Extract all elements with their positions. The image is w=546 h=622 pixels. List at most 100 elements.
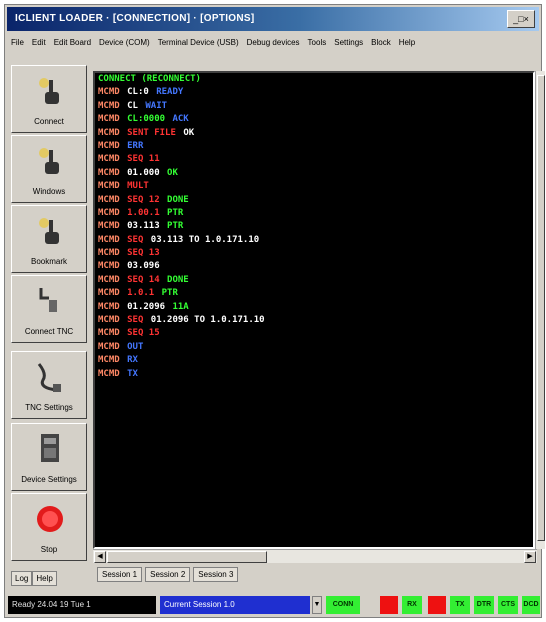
menu-item[interactable]: Help xyxy=(395,35,419,50)
terminal-line: MCMD 01.000 OK xyxy=(95,167,533,180)
terminal-text: MCMD xyxy=(98,368,120,379)
terminal-text: MCMD xyxy=(98,140,120,151)
terminal-text: 1.00.1 xyxy=(127,207,160,218)
session-tabs: Session 1 Session 2 Session 3 xyxy=(97,567,241,583)
terminal-text: SEQ xyxy=(127,315,144,326)
horizontal-scroll-thumb[interactable] xyxy=(107,551,267,563)
terminal-text: WAIT xyxy=(145,100,168,111)
terminal-text: MCMD xyxy=(98,127,120,138)
status-text: Ready 24.04 19 Tue 1 xyxy=(8,596,156,614)
terminal-text: PTR xyxy=(167,207,184,218)
session-tab[interactable]: Session 2 xyxy=(145,567,191,582)
terminal-line: MCMD 03.096 xyxy=(95,260,533,273)
terminal-text: CL:0000 xyxy=(127,114,166,125)
window-controls[interactable]: _□× xyxy=(507,10,535,28)
sidebar-button-connect[interactable]: Connect xyxy=(11,65,87,133)
sidebar-button-label: TNC Settings xyxy=(25,403,73,412)
sidebar-button-label: Bookmark xyxy=(30,257,67,266)
vertical-scrollbar[interactable] xyxy=(535,71,545,549)
session-tab[interactable]: Session 3 xyxy=(193,567,239,582)
sidebar-button-label: Connect xyxy=(34,117,64,126)
terminal-line: MCMD 01.2096 11A xyxy=(95,301,533,314)
terminal-output[interactable]: CONNECT (RECONNECT) MCMD CL:0 READY MCMD… xyxy=(93,71,535,549)
menu-bar: File Edit Edit Board Device (COM) Terminal D… xyxy=(7,35,539,53)
terminal-text: OUT xyxy=(127,341,144,352)
menu-item[interactable]: Tools xyxy=(304,35,331,50)
sidebar-tab[interactable]: Help xyxy=(32,571,57,586)
terminal-text: 01.2096 TO 1.0.171.10 xyxy=(150,315,265,326)
menu-item[interactable]: Edit Board xyxy=(50,35,95,50)
terminal-text: MCMD xyxy=(98,114,120,125)
sidebar-button-stop[interactable]: Stop xyxy=(11,493,87,561)
tool-sidebar: Connect Windows Bookmark Connect TNC TNC Set… xyxy=(11,65,89,565)
terminal-line: MCMD 1.0.1 PTR xyxy=(95,287,533,300)
horizontal-scrollbar[interactable]: ◀ ▶ xyxy=(93,549,537,563)
sidebar-button-tnc-settings[interactable]: TNC Settings xyxy=(11,351,87,419)
terminal-text: SEQ 12 xyxy=(127,194,160,205)
menu-item[interactable]: Terminal Device (USB) xyxy=(154,35,243,50)
terminal-line: MCMD 1.00.1 PTR xyxy=(95,207,533,220)
terminal-line: MCMD SEQ 15 xyxy=(95,327,533,340)
terminal-text: SEQ 11 xyxy=(127,154,160,165)
terminal-line: MCMD CL:0 READY xyxy=(95,86,533,99)
status-dropdown-icon[interactable]: ▼ xyxy=(312,596,322,614)
hand-pointer-icon xyxy=(35,214,65,248)
terminal-line: MCMD 03.113 PTR xyxy=(95,220,533,233)
scroll-left-arrow-icon[interactable]: ◀ xyxy=(94,551,106,563)
menu-item[interactable]: Device (COM) xyxy=(95,35,154,50)
terminal-text: PTR xyxy=(167,221,184,232)
terminal-text: CL:0 xyxy=(127,87,149,98)
vertical-scroll-thumb[interactable] xyxy=(537,75,545,541)
scroll-right-arrow-icon[interactable]: ▶ xyxy=(524,551,536,563)
terminal-text: 11A xyxy=(172,301,189,312)
terminal-text: MCMD xyxy=(98,248,120,259)
terminal-text: MCMD xyxy=(98,341,120,352)
terminal-text: CL xyxy=(127,100,138,111)
terminal-line: MCMD CL:0000 ACK xyxy=(95,113,533,126)
hand-pointer-icon xyxy=(35,144,65,178)
status-led: RX xyxy=(402,596,422,614)
terminal-line: MCMD SEQ 14 DONE xyxy=(95,274,533,287)
terminal-text: DONE xyxy=(167,274,189,285)
terminal-text: 03.096 xyxy=(127,261,160,272)
sidebar-button-device-settings[interactable]: Device Settings xyxy=(11,423,87,491)
status-led xyxy=(428,596,446,614)
terminal-text: MCMD xyxy=(98,154,120,165)
terminal-text: MCMD xyxy=(98,315,120,326)
terminal-line: MCMD SEQ 01.2096 TO 1.0.171.10 xyxy=(95,314,533,327)
terminal-text: MCMD xyxy=(98,194,120,205)
menu-item[interactable]: Edit xyxy=(28,35,50,50)
status-led: DCD xyxy=(522,596,540,614)
terminal-line: MCMD SEQ 13 xyxy=(95,247,533,260)
sidebar-button-connect-tnc[interactable]: Connect TNC xyxy=(11,275,87,343)
sidebar-tab[interactable]: Log xyxy=(11,571,33,586)
status-led xyxy=(380,596,398,614)
sidebar-button-bookmark[interactable]: Bookmark xyxy=(11,205,87,273)
menu-item[interactable]: Block xyxy=(367,35,395,50)
sidebar-button-windows[interactable]: Windows xyxy=(11,135,87,203)
tnc-connector-icon xyxy=(35,284,65,318)
menu-item[interactable]: Settings xyxy=(330,35,367,50)
terminal-text: MCMD xyxy=(98,274,120,285)
terminal-text: 01.2096 xyxy=(127,301,166,312)
stop-icon xyxy=(35,502,65,536)
terminal-text: MCMD xyxy=(98,288,120,299)
terminal-text: MCMD xyxy=(98,87,120,98)
terminal-text: SENT FILE xyxy=(127,127,176,138)
terminal-text: MCMD xyxy=(98,167,120,178)
terminal-text: MCMD xyxy=(98,261,120,272)
terminal-text: TX xyxy=(127,368,138,379)
window-title: ICLIENT LOADER · [CONNECTION] · [OPTIONS… xyxy=(15,13,255,24)
session-tab[interactable]: Session 1 xyxy=(97,567,143,582)
menu-item[interactable]: File xyxy=(7,35,28,50)
terminal-line: MCMD OUT xyxy=(95,341,533,354)
terminal-text: OK xyxy=(183,127,195,138)
terminal-text: SEQ 15 xyxy=(127,328,160,339)
terminal-line: MCMD MULT xyxy=(95,180,533,193)
status-led: CONN xyxy=(326,596,360,614)
title-bar[interactable]: ICLIENT LOADER · [CONNECTION] · [OPTIONS… xyxy=(7,7,539,31)
terminal-text: MCMD xyxy=(98,207,120,218)
terminal-text: SEQ 13 xyxy=(127,248,160,259)
menu-item[interactable]: Debug devices xyxy=(243,35,304,50)
terminal-text: 1.0.1 xyxy=(127,288,155,299)
